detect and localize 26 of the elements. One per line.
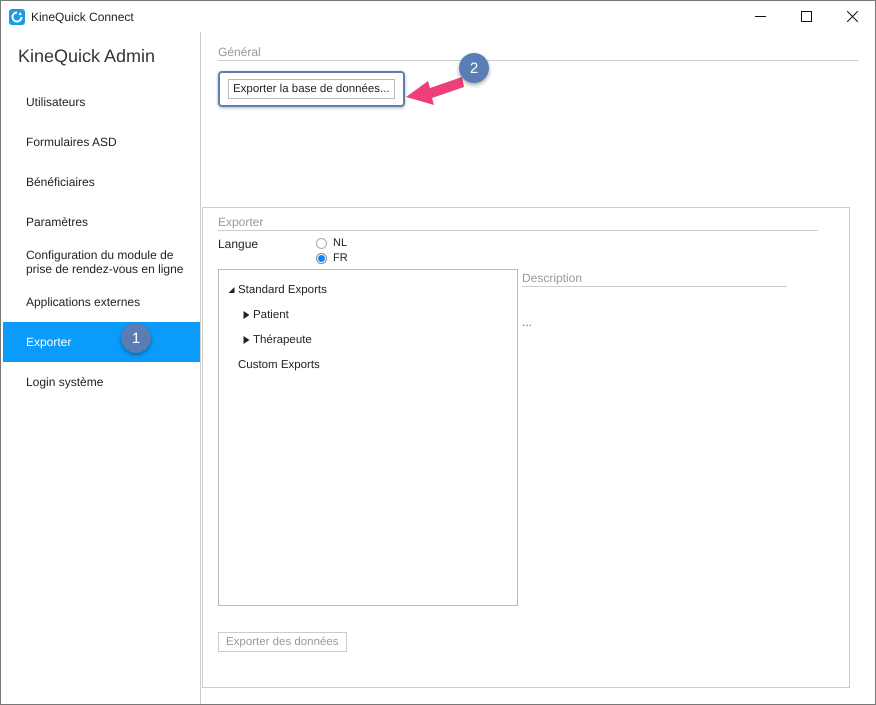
tree-item[interactable]: Patient [253,308,289,320]
export-database-button[interactable]: Exporter la base de données... [228,79,395,99]
radio-button[interactable] [316,238,327,248]
window-title: KineQuick Connect [31,10,135,24]
description-heading: Description [522,271,787,287]
close-icon[interactable] [846,11,858,22]
step-badge: 2 [459,53,489,83]
app-logo-icon [9,8,25,24]
radio-label[interactable]: FR [333,252,348,264]
sidebar-item[interactable]: Bénéficiaires [1,162,200,202]
tree-item[interactable]: Custom Exports [238,358,320,370]
tree-item[interactable]: Standard Exports [238,284,327,296]
section-heading: Exporter [218,215,818,231]
tree-item[interactable]: Thérapeute [253,334,312,346]
sidebar-item[interactable]: Utilisateurs [1,82,200,122]
description-text: ... [522,315,534,329]
maximize-icon[interactable] [800,11,812,22]
sidebar-item[interactable]: Formulaires ASD [1,122,200,162]
radio-label[interactable]: NL [333,237,348,249]
sidebar-item[interactable]: Applications externes [1,282,200,322]
radio-button[interactable] [316,252,327,264]
sidebar-item[interactable]: Paramètres [1,202,200,242]
language-label: Langue [218,237,260,253]
sidebar-item[interactable]: Login système [1,362,200,402]
sidebar-title: KineQuick Admin [17,45,156,68]
sidebar-item[interactable]: Configuration du module de prise de rendez-vous en ligne [1,242,200,282]
